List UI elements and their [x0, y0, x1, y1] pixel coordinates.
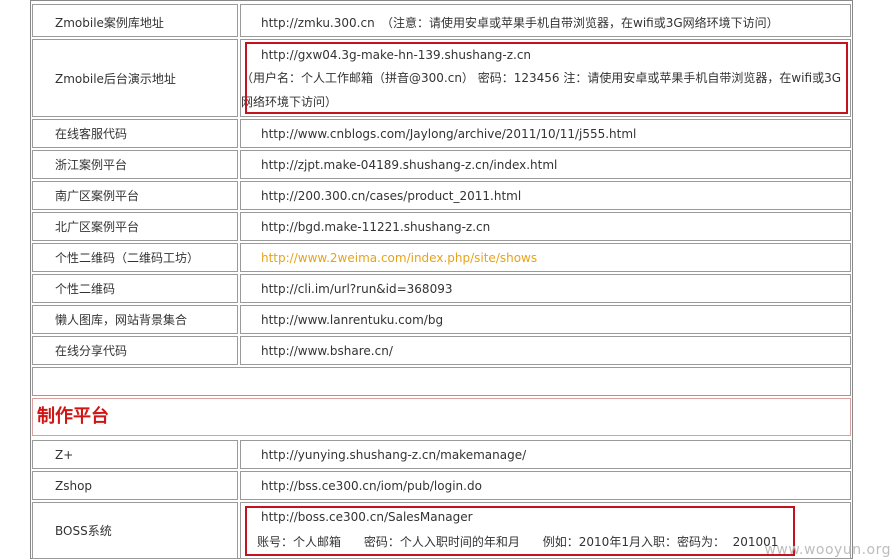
label-cell: 个性二维码（二维码工坊） — [32, 243, 238, 272]
row-label: Z+ — [55, 448, 74, 462]
watermark: www.wooyun.org — [764, 542, 891, 558]
value-cell: http://www.2weima.com/index.php/site/sho… — [240, 243, 851, 272]
label-cell: BOSS系统 — [32, 502, 238, 559]
label-cell: 浙江案例平台 — [32, 150, 238, 179]
label-cell: Zmobile后台演示地址 — [32, 39, 238, 117]
row-label: 个性二维码 — [55, 282, 116, 296]
value-cell: http://cli.im/url?run&id=368093 — [240, 274, 851, 303]
row-label: Zshop — [55, 479, 93, 493]
value-cell: http://bss.ce300.cn/iom/pub/login.do — [240, 471, 851, 500]
label-cell: 在线分享代码 — [32, 336, 238, 365]
label-cell: Z+ — [32, 440, 238, 469]
cnblogs-link[interactable]: http://www.cnblogs.com/Jaylong/archive/2… — [261, 126, 636, 142]
zmku-link[interactable]: http://zmku.300.cn — [261, 15, 375, 31]
label-cell: Zmobile案例库地址 — [32, 4, 238, 37]
value-cell: http://www.bshare.cn/ — [240, 336, 851, 365]
row-label: Zmobile后台演示地址 — [55, 72, 176, 86]
spacer-row — [32, 367, 851, 396]
row-label: 在线分享代码 — [55, 344, 128, 358]
label-cell: 懒人图库，网站背景集合 — [32, 305, 238, 334]
label-cell: 在线客服代码 — [32, 119, 238, 148]
value-cell: http://bgd.make-11221.shushang-z.cn — [240, 212, 851, 241]
highlight-box-admin — [245, 42, 848, 114]
section-title: 制作平台 — [37, 406, 109, 427]
zjpt-link[interactable]: http://zjpt.make-04189.shushang-z.cn/ind… — [261, 157, 557, 173]
row-label: 个性二维码（二维码工坊） — [55, 251, 200, 265]
cli-im-link[interactable]: http://cli.im/url?run&id=368093 — [261, 281, 452, 297]
zshop-link[interactable]: http://bss.ce300.cn/iom/pub/login.do — [261, 478, 482, 494]
row-label: 在线客服代码 — [55, 127, 128, 141]
value-cell: http://www.lanrentuku.com/bg — [240, 305, 851, 334]
zmku-note: （注意：请使用安卓或苹果手机自带浏览器，在wifi或3G网络环境下访问） — [381, 16, 779, 30]
label-cell: 北广区案例平台 — [32, 212, 238, 241]
value-cell: http://zjpt.make-04189.shushang-z.cn/ind… — [240, 150, 851, 179]
row-label: 浙江案例平台 — [55, 158, 128, 172]
row-label: Zmobile案例库地址 — [55, 16, 164, 30]
label-cell: Zshop — [32, 471, 238, 500]
row-label: 南广区案例平台 — [55, 189, 140, 203]
row-label: 北广区案例平台 — [55, 220, 140, 234]
value-cell: http://www.cnblogs.com/Jaylong/archive/2… — [240, 119, 851, 148]
bshare-link[interactable]: http://www.bshare.cn/ — [261, 343, 393, 359]
value-cell: http://zmku.300.cn （注意：请使用安卓或苹果手机自带浏览器，在… — [240, 4, 851, 37]
south-cases-link[interactable]: http://200.300.cn/cases/product_2011.htm… — [261, 188, 521, 204]
label-cell: 个性二维码 — [32, 274, 238, 303]
value-cell: http://yunying.shushang-z.cn/makemanage/ — [240, 440, 851, 469]
label-cell: 南广区案例平台 — [32, 181, 238, 210]
row-label: BOSS系统 — [55, 524, 112, 538]
value-cell: http://200.300.cn/cases/product_2011.htm… — [240, 181, 851, 210]
row-label: 懒人图库，网站背景集合 — [55, 313, 188, 327]
lanrentuku-link[interactable]: http://www.lanrentuku.com/bg — [261, 312, 443, 328]
highlight-box-boss — [245, 506, 795, 556]
north-cases-link[interactable]: http://bgd.make-11221.shushang-z.cn — [261, 219, 490, 235]
section-heading-row: 制作平台 — [32, 398, 851, 436]
2weima-link[interactable]: http://www.2weima.com/index.php/site/sho… — [261, 250, 537, 266]
zplus-link[interactable]: http://yunying.shushang-z.cn/makemanage/ — [261, 447, 526, 463]
